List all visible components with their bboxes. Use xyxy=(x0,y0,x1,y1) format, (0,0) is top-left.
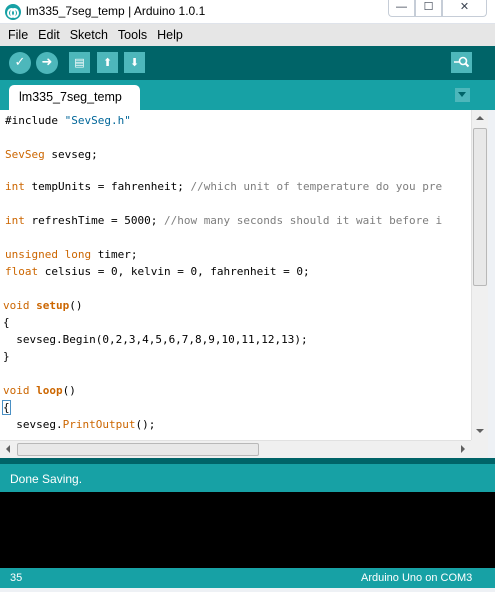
code-line-18: { xyxy=(2,400,11,415)
code-line-15: } xyxy=(3,350,10,363)
arrow-up-icon: ⬆ xyxy=(102,56,113,69)
code-line-7: int refreshTime = 5000; //how many secon… xyxy=(5,214,443,227)
window-right-edge xyxy=(488,110,495,458)
menu-sketch[interactable]: Sketch xyxy=(70,28,108,42)
code-line-14: sevseg.Begin(0,2,3,4,5,6,7,8,9,10,11,12,… xyxy=(3,333,308,346)
scroll-right-arrow-icon[interactable] xyxy=(454,441,471,458)
window-bottom-edge xyxy=(0,588,495,592)
maximize-button[interactable]: ☐ xyxy=(415,0,442,17)
scroll-up-arrow-icon[interactable] xyxy=(472,110,488,127)
vertical-scrollbar[interactable] xyxy=(471,110,488,440)
horizontal-scrollbar[interactable] xyxy=(0,440,471,458)
menu-edit[interactable]: Edit xyxy=(38,28,60,42)
window-titlebar: lm335_7seg_temp | Arduino 1.0.1 — ☐ ✕ xyxy=(0,0,495,24)
menu-tools[interactable]: Tools xyxy=(118,28,147,42)
menu-help[interactable]: Help xyxy=(157,28,183,42)
code-line-13: { xyxy=(3,316,10,329)
minimize-button[interactable]: — xyxy=(388,0,415,17)
vertical-scroll-thumb[interactable] xyxy=(473,128,487,286)
toolbar: ✓ ➜ ▤ ⬆ ⬇ xyxy=(0,46,495,80)
tab-bar: lm335_7seg_temp xyxy=(0,80,495,110)
save-button[interactable]: ⬇ xyxy=(124,52,145,73)
verify-button[interactable]: ✓ xyxy=(9,52,31,74)
arrow-right-icon: ➜ xyxy=(41,55,53,70)
status-message: Done Saving. xyxy=(10,472,83,486)
upload-button[interactable]: ➜ xyxy=(36,52,58,74)
code-line-10: float celsius = 0, kelvin = 0, fahrenhei… xyxy=(5,265,310,278)
code-line-19: sevseg.PrintOutput(); xyxy=(3,418,156,431)
console-output[interactable] xyxy=(0,492,495,568)
board-port-info: Arduino Uno on COM3 xyxy=(361,572,473,584)
scroll-left-arrow-icon[interactable] xyxy=(0,441,17,458)
scroll-corner xyxy=(471,440,488,458)
close-button[interactable]: ✕ xyxy=(442,0,487,17)
code-line-3: SevSeg sevseg; xyxy=(5,148,98,161)
tab-menu-button[interactable] xyxy=(455,88,470,102)
footer-bar: 35 Arduino Uno on COM3 xyxy=(0,568,495,588)
open-button[interactable]: ⬆ xyxy=(97,52,118,73)
code-line-1: #include "SevSeg.h" xyxy=(5,114,131,127)
tab-label: lm335_7seg_temp xyxy=(19,90,122,104)
horizontal-scroll-thumb[interactable] xyxy=(17,443,259,456)
status-bar: Done Saving. xyxy=(0,464,495,492)
code-line-5: int tempUnits = fahrenheit; //which unit… xyxy=(5,180,443,193)
code-line-12: void setup() xyxy=(3,299,83,312)
code-editor[interactable]: #include "SevSeg.h" SevSeg sevseg; int t… xyxy=(0,110,488,440)
serial-monitor-button[interactable] xyxy=(451,52,472,73)
new-button[interactable]: ▤ xyxy=(69,52,90,73)
code-line-9: unsigned long timer; xyxy=(5,248,138,261)
arduino-logo-icon xyxy=(5,4,21,20)
check-icon: ✓ xyxy=(14,55,26,70)
window-title: lm335_7seg_temp | Arduino 1.0.1 xyxy=(26,4,206,18)
code-line-17: void loop() xyxy=(3,384,76,397)
magnifier-icon xyxy=(454,56,470,68)
menu-bar: File Edit Sketch Tools Help xyxy=(0,24,495,46)
scroll-down-arrow-icon[interactable] xyxy=(472,423,488,440)
arrow-down-icon: ⬇ xyxy=(129,56,140,69)
line-number: 35 xyxy=(10,572,23,584)
new-file-icon: ▤ xyxy=(74,56,85,69)
tab-lm335-7seg-temp[interactable]: lm335_7seg_temp xyxy=(9,85,140,110)
menu-file[interactable]: File xyxy=(8,28,28,42)
